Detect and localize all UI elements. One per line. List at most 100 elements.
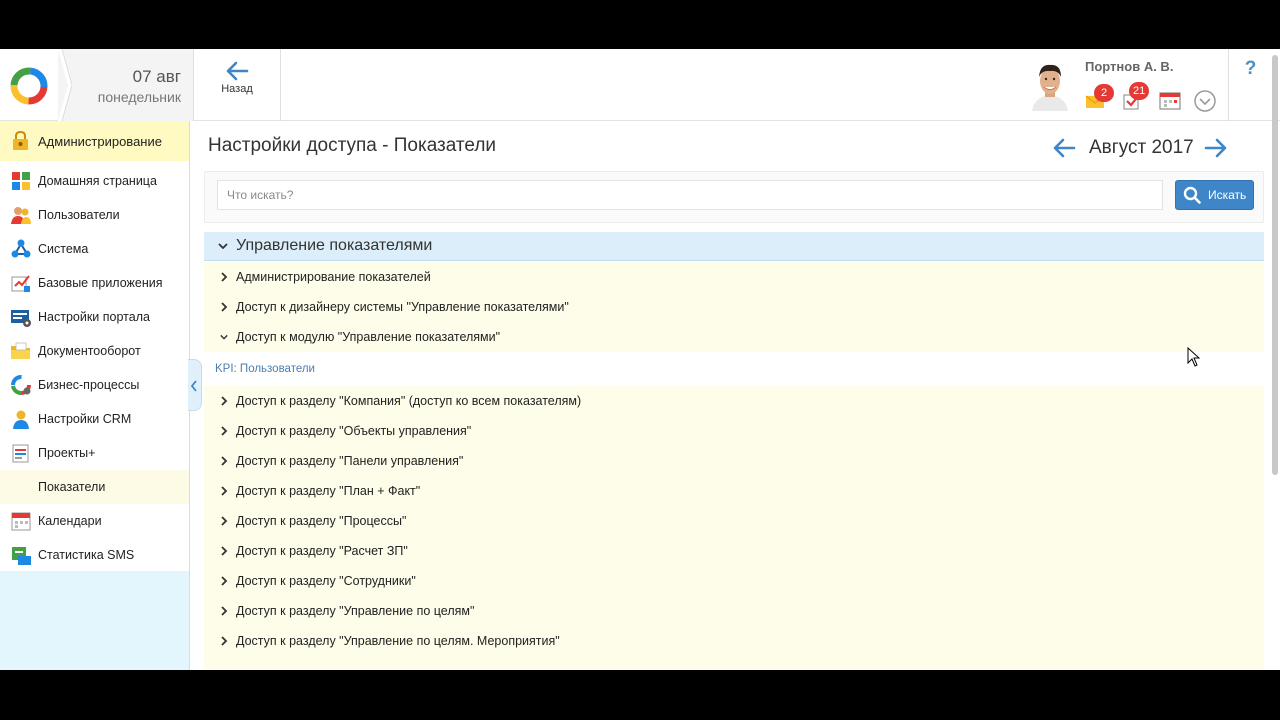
permission-row[interactable]: Доступ к модулю "Управление показателями… (204, 322, 1264, 352)
sidebar-item-label: Базовые приложения (38, 276, 163, 290)
next-month-arrow-icon[interactable] (1204, 137, 1228, 159)
calendar-icon (11, 512, 31, 531)
sidebar-item-system[interactable]: Система (0, 232, 189, 266)
search-icon (1183, 186, 1201, 204)
group-header[interactable]: Управление показателями (204, 232, 1264, 261)
permission-row[interactable]: Доступ к разделу "Процессы" (204, 506, 1264, 536)
sidebar-item-documents[interactable]: Документооборот (0, 334, 189, 368)
top-header: 07 авг понедельник Назад Портнов А. В. 2… (0, 49, 1280, 475)
back-label: Назад (221, 83, 253, 95)
back-button[interactable]: Назад (194, 49, 281, 121)
sidebar-item-label: Система (38, 242, 89, 256)
user-name[interactable]: Портнов А. В. (1085, 59, 1173, 74)
chevron-right-icon (221, 636, 228, 646)
messages-button[interactable]: 2 (1085, 84, 1114, 113)
page-title: Настройки доступа - Показатели (208, 135, 497, 156)
help-icon: ? (1244, 58, 1257, 79)
sidebar-item-indicators[interactable]: Показатели (0, 470, 189, 504)
sidebar-item-home[interactable]: Домашняя страница (0, 164, 189, 198)
permission-row[interactable]: Доступ к разделу "Управление по целям. М… (204, 626, 1264, 656)
sidebar-item-label: Календари (38, 514, 102, 528)
key-lock-icon (13, 130, 28, 150)
permission-row[interactable]: Доступ к дизайнеру системы "Управление п… (204, 292, 1264, 322)
calendar-button[interactable] (1158, 89, 1184, 113)
user-panel: Портнов А. В. 2 21 (1024, 49, 1230, 121)
permission-label: Доступ к разделу "План + Факт" (236, 484, 421, 498)
current-date: 07 авг (132, 67, 181, 86)
chevron-right-icon (221, 272, 228, 282)
sidebar-item-label: Документооборот (38, 344, 141, 358)
arrow-left-icon (226, 61, 249, 81)
permission-label: Доступ к модулю "Управление показателями… (236, 330, 501, 344)
crm-icon (13, 410, 29, 429)
messages-badge: 2 (1094, 84, 1114, 102)
permission-label: Доступ к разделу "Объекты управления" (236, 424, 472, 438)
permission-row[interactable]: Доступ к разделу "Компания" (доступ ко в… (204, 386, 1264, 416)
permission-label: Доступ к дизайнеру системы "Управление п… (236, 300, 569, 314)
permission-label: Доступ к разделу "Процессы" (236, 514, 407, 528)
sidebar-item-label: Бизнес-процессы (38, 378, 140, 392)
sidebar-item-label: Пользователи (38, 208, 120, 222)
chevron-down-icon (218, 243, 228, 250)
system-nodes-icon (11, 239, 31, 258)
permission-label: Доступ к разделу "Расчет ЗП" (236, 544, 408, 558)
sms-icon (12, 547, 31, 565)
calendar-icon (1159, 92, 1181, 110)
sidebar-item-crm-settings[interactable]: Настройки CRM (0, 402, 189, 436)
chevron-right-icon (221, 456, 228, 466)
chevron-right-icon (221, 576, 228, 586)
chevron-right-icon (221, 546, 228, 556)
sidebar-item-label: Настройки портала (38, 310, 150, 324)
main-content: Настройки доступа - Показатели Август 20… (190, 121, 1272, 670)
current-weekday: понедельник (97, 89, 181, 105)
search-button[interactable]: Искать (1175, 180, 1254, 210)
permission-label: Администрирование показателей (236, 270, 431, 284)
chevron-right-icon (221, 302, 228, 312)
permission-row[interactable]: Доступ к разделу "Панели управления" (204, 446, 1264, 476)
sidebar-item-base-apps[interactable]: Базовые приложения (0, 266, 189, 300)
projects-icon (12, 444, 29, 463)
permission-row[interactable]: Доступ к разделу "План + Факт" (204, 476, 1264, 506)
sidebar-item-label: Настройки CRM (38, 412, 132, 426)
prev-month-arrow-icon[interactable] (1052, 137, 1076, 159)
user-menu-toggle[interactable] (1193, 89, 1219, 113)
search-input[interactable] (217, 180, 1163, 210)
sidebar-item-administration[interactable]: Администрирование (0, 121, 189, 161)
permission-row[interactable]: Администрирование показателей (204, 262, 1264, 292)
permission-row[interactable]: Доступ к разделу "Расчет ЗП" (204, 536, 1264, 566)
sidebar-item-projects[interactable]: Проекты+ (0, 436, 189, 470)
chevron-right-icon (221, 426, 228, 436)
permission-row-partial[interactable] (204, 656, 1264, 670)
date-chevron-icon (58, 49, 72, 121)
search-button-label: Искать (1208, 188, 1247, 202)
permission-row[interactable]: Доступ к разделу "Объекты управления" (204, 416, 1264, 446)
logo[interactable] (0, 49, 58, 121)
sidebar-item-calendars[interactable]: Календари (0, 504, 189, 538)
help-button[interactable]: ? (1228, 49, 1272, 121)
permission-row[interactable]: Доступ к разделу "Управление по целям" (204, 596, 1264, 626)
sidebar-item-label: Домашняя страница (38, 174, 157, 188)
sidebar: Администрирование Домашняя страница Поль… (0, 121, 202, 670)
chevron-down-icon (220, 334, 228, 340)
chevron-right-icon (221, 516, 228, 526)
permission-row[interactable]: Доступ к разделу "Сотрудники" (204, 566, 1264, 596)
folder-icon (11, 342, 30, 359)
sidebar-item-portal-settings[interactable]: Настройки портала (0, 300, 189, 334)
sidebar-item-users[interactable]: Пользователи (0, 198, 189, 232)
permission-label: Доступ к разделу "Панели управления" (236, 454, 464, 468)
date-panel: 07 авг понедельник (58, 49, 194, 121)
month-navigator: Август 2017 (1052, 135, 1230, 161)
mouse-cursor-icon (1187, 347, 1201, 367)
tasks-button[interactable]: 21 (1122, 82, 1150, 113)
tasks-badge: 21 (1129, 82, 1150, 100)
app-window: 07 авг понедельник Назад Портнов А. В. 2… (0, 49, 1280, 670)
search-panel: Искать (204, 171, 1264, 223)
users-icon (11, 207, 31, 224)
sidebar-item-sms-stats[interactable]: Статистика SMS (0, 538, 189, 572)
logo-ring-icon (10, 67, 48, 105)
permission-label: Доступ к разделу "Компания" (доступ ко в… (236, 394, 582, 408)
page-scrollbar[interactable] (1272, 55, 1278, 475)
avatar[interactable] (1028, 59, 1072, 111)
current-month: Август 2017 (1089, 137, 1194, 158)
sidebar-item-business-process[interactable]: Бизнес-процессы (0, 368, 189, 402)
